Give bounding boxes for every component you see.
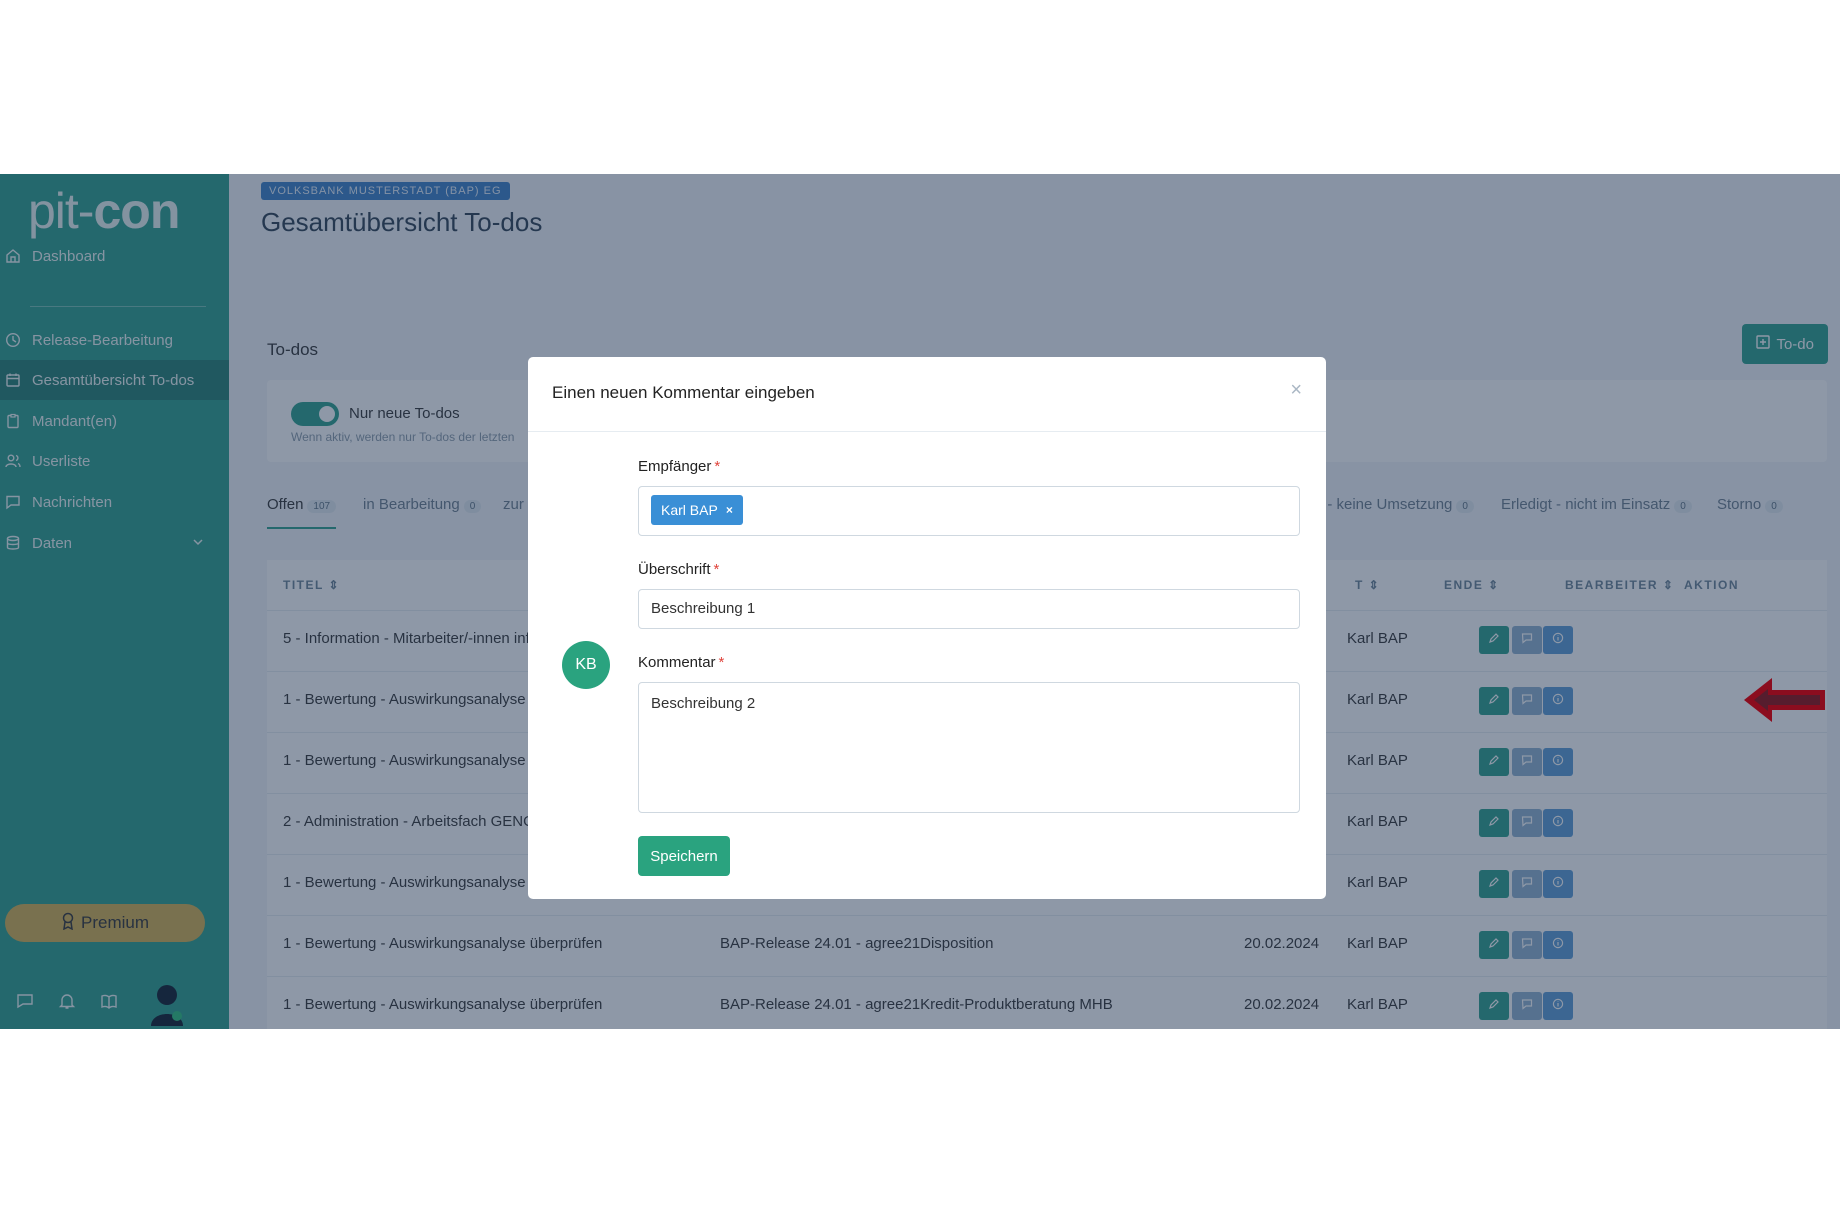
comment-textarea[interactable]: Beschreibung 2 bbox=[638, 682, 1300, 813]
modal-title: Einen neuen Kommentar eingeben bbox=[552, 383, 815, 402]
comment-modal: Einen neuen Kommentar eingeben × KB Empf… bbox=[528, 357, 1326, 899]
recipient-label: Empfänger * bbox=[638, 458, 721, 475]
recipient-chip-label: Karl BAP bbox=[661, 502, 718, 518]
comment-label: Kommentar * bbox=[638, 654, 725, 671]
heading-label: Überschrift * bbox=[638, 561, 720, 578]
app-window: pit-con Dashboard Release-Bearbeitung Ge… bbox=[0, 174, 1840, 1029]
remove-chip-icon[interactable]: × bbox=[726, 503, 733, 517]
close-icon[interactable]: × bbox=[1290, 379, 1302, 402]
save-button[interactable]: Speichern bbox=[638, 836, 730, 876]
recipient-select[interactable]: Karl BAP × bbox=[638, 486, 1300, 536]
heading-input[interactable]: Beschreibung 1 bbox=[638, 589, 1300, 629]
recipient-chip: Karl BAP × bbox=[651, 495, 743, 525]
annotation-arrow bbox=[1744, 678, 1825, 722]
modal-header: Einen neuen Kommentar eingeben × bbox=[528, 357, 1326, 432]
avatar: KB bbox=[562, 641, 610, 689]
